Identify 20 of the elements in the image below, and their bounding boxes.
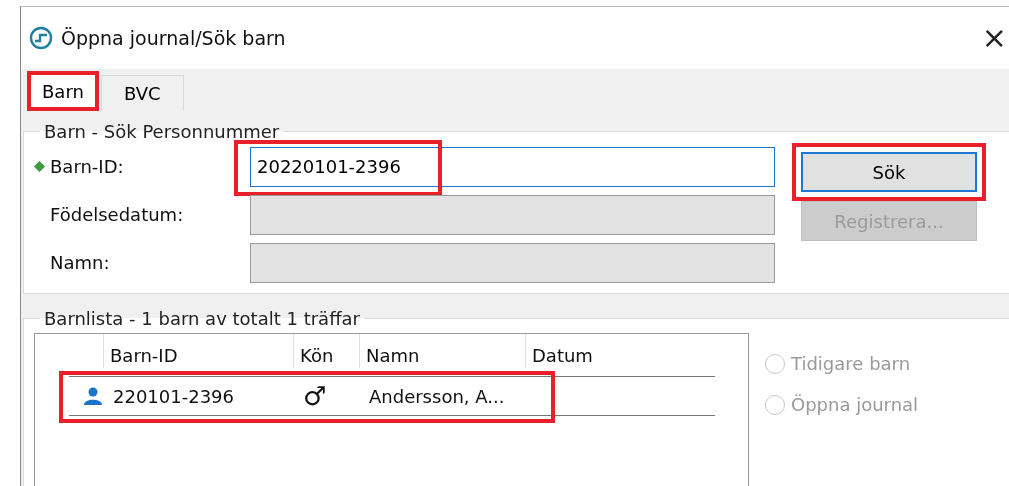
table-cell-text: Andersson, A...	[368, 385, 506, 407]
male-symbol-icon: ♂	[297, 383, 363, 409]
tab[interactable]: Barn	[27, 71, 99, 111]
field-label: Barn-ID:	[50, 156, 125, 177]
app-logo-icon	[29, 26, 53, 50]
column-header[interactable]: Barn-ID	[103, 334, 293, 368]
field-label: Födelsedatum:	[50, 204, 185, 225]
group-title: Barnlista - 1 barn av totalt 1 träffar	[43, 308, 361, 329]
column-header[interactable]: Datum	[525, 334, 705, 368]
column-header[interactable]: Kön	[293, 334, 359, 368]
close-button[interactable]: ×	[977, 23, 1009, 53]
input-field[interactable]: 20220101-2396	[250, 146, 775, 187]
table-cell-text: 220101-2396	[112, 385, 236, 407]
push-button[interactable]: Sök	[801, 152, 977, 192]
group-title: Barn - Sök Personnummer	[43, 121, 281, 142]
person-icon	[83, 386, 103, 406]
field-label: Namn:	[50, 252, 111, 273]
tab[interactable]: BVC	[100, 75, 184, 111]
window-title: Öppna journal/Sök barn	[61, 27, 286, 49]
column-header[interactable]: Namn	[359, 334, 525, 368]
